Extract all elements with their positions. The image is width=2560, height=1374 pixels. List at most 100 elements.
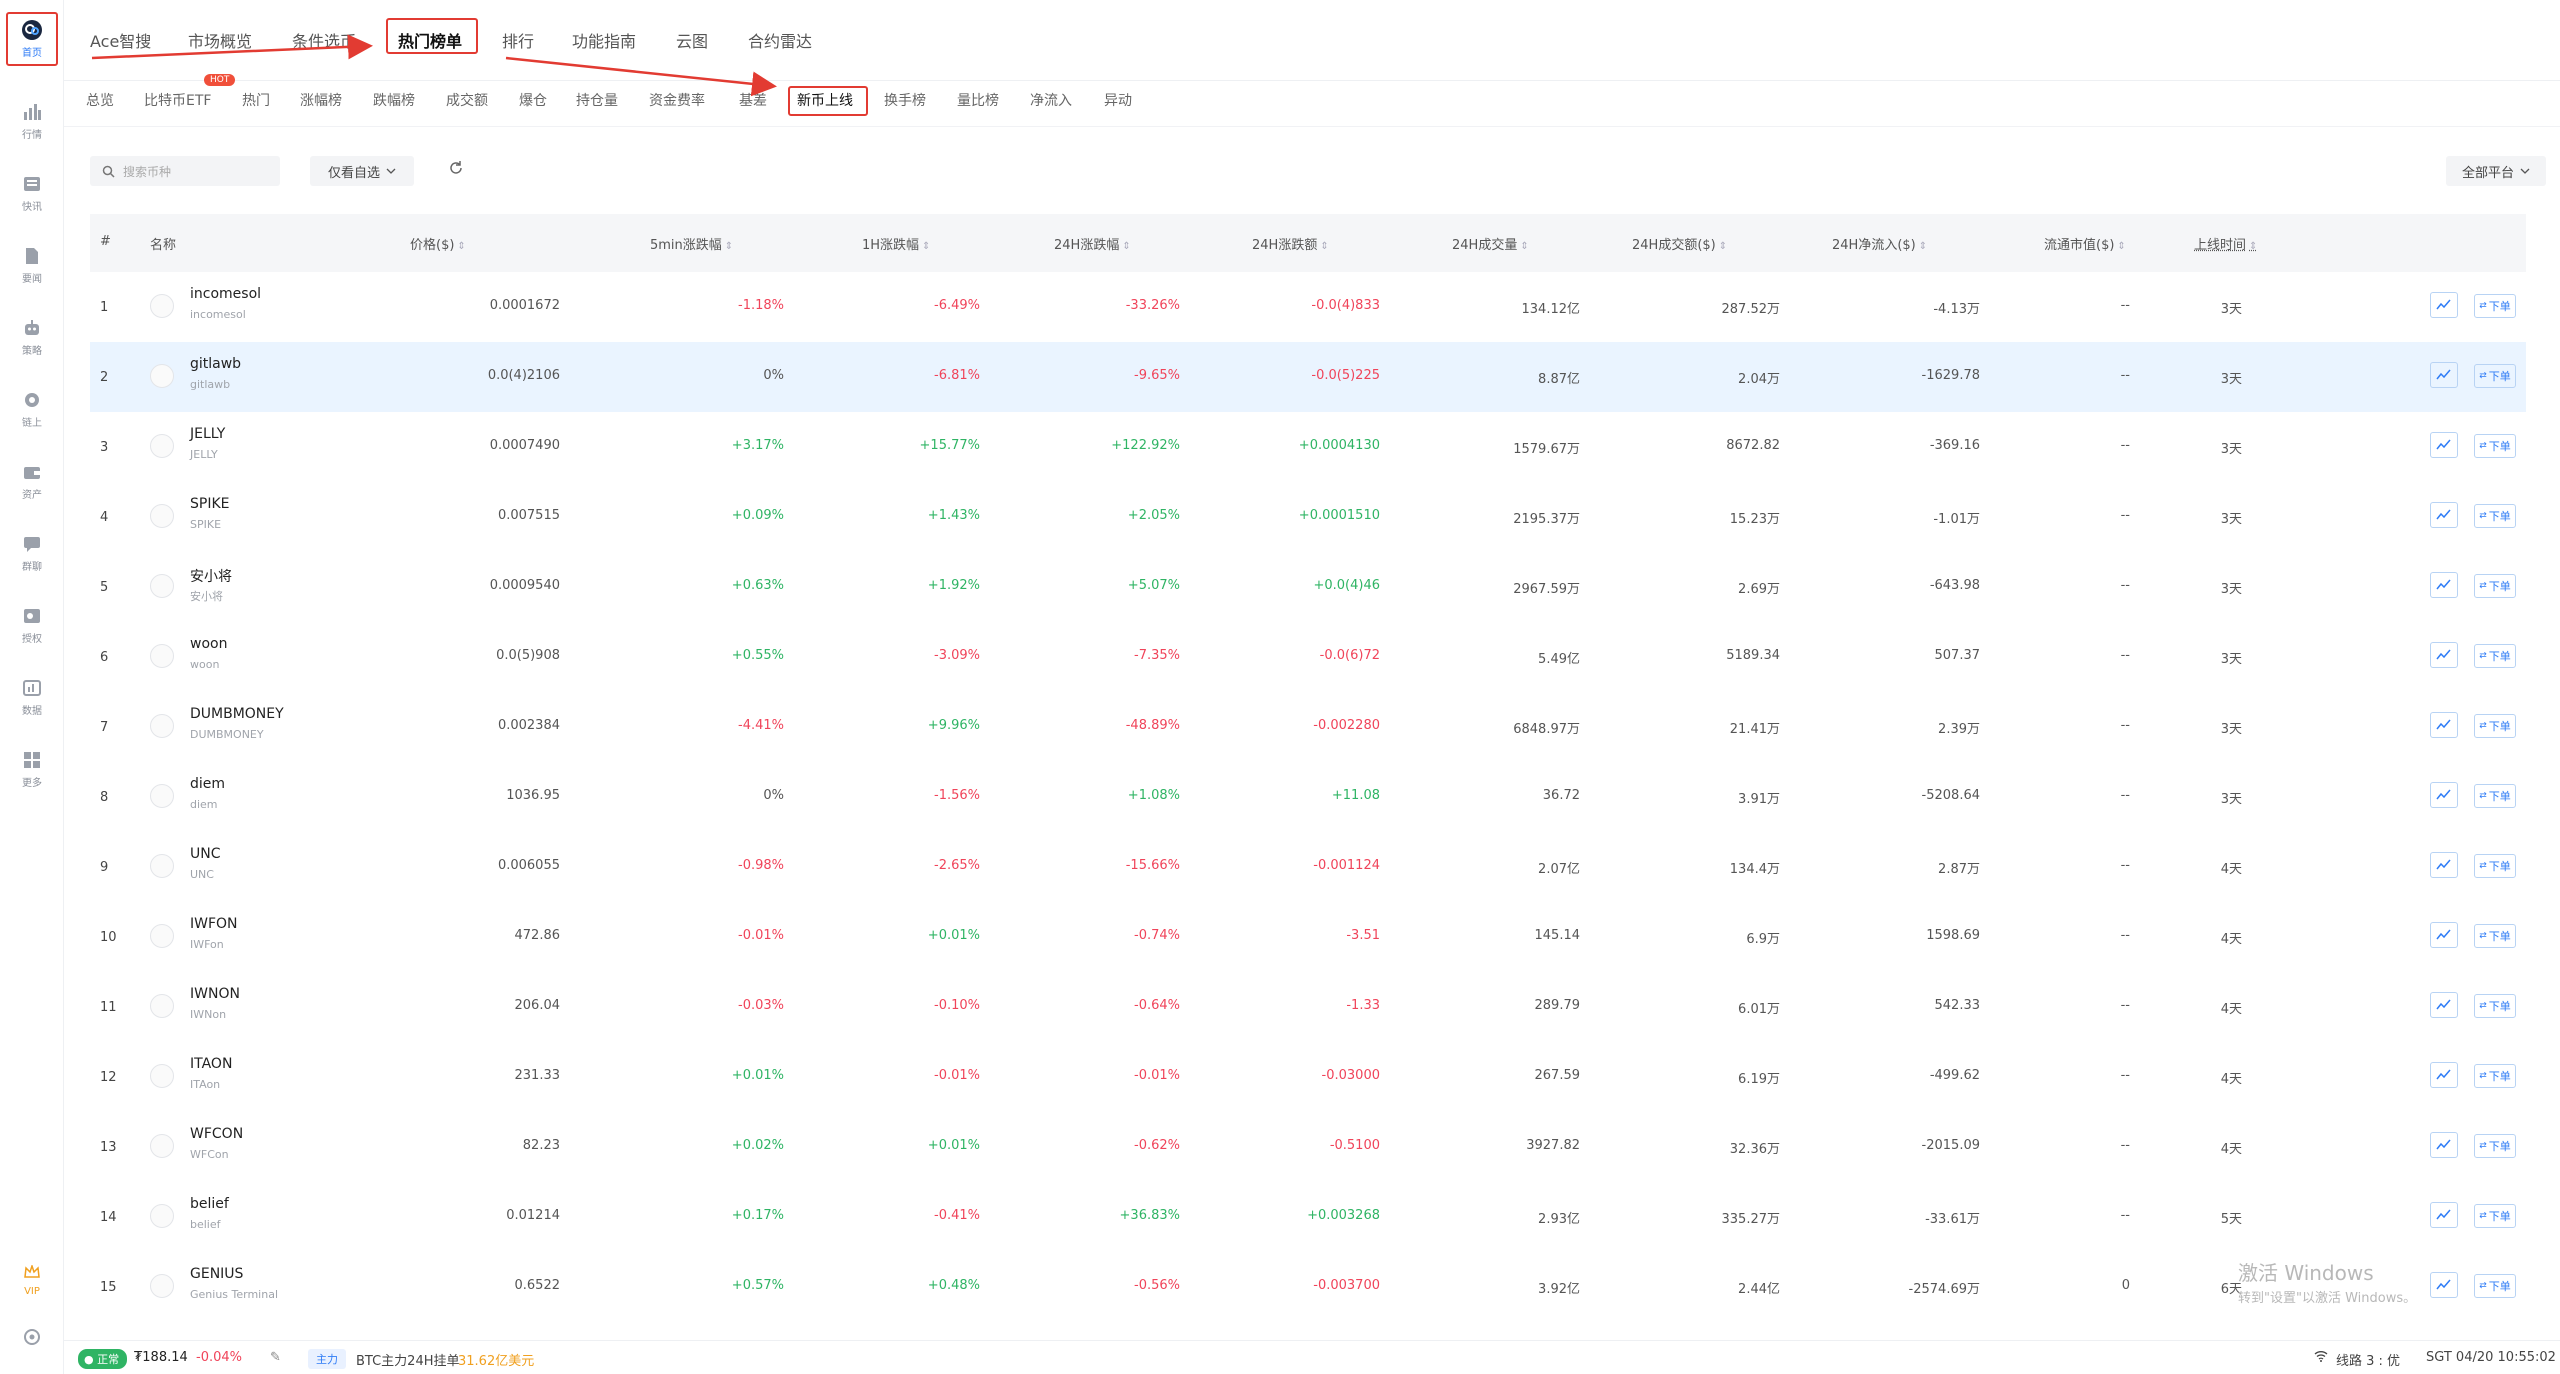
sidebar-item-assets[interactable]: 资产: [0, 450, 64, 512]
table-row[interactable]: 2 gitlawb gitlawb 0.0(4)2106 0% -6.81% -9.65% -…: [90, 342, 2526, 412]
kline-chart-button[interactable]: [2430, 1062, 2458, 1088]
kline-chart-button[interactable]: [2430, 782, 2458, 808]
table-row[interactable]: 7 DUMBMONEY DUMBMONEY 0.002384 -4.41% +9.96% -…: [90, 692, 2526, 762]
table-row[interactable]: 10 IWFON IWFon 472.86 -0.01% +0.01% -0.74% -3.5…: [90, 902, 2526, 972]
col-listed-time[interactable]: 上线时间 ⇕: [2194, 234, 2257, 253]
sidebar-item-data[interactable]: 数据: [0, 666, 64, 728]
sidebar-item-authorize[interactable]: 授权: [0, 594, 64, 656]
table-row[interactable]: 5 安小将 安小将 0.0009540 +0.63% +1.92% +5.07% +0.0(4…: [90, 552, 2526, 622]
kline-chart-button[interactable]: [2430, 642, 2458, 668]
cell-coin-name[interactable]: WFCON: [190, 1126, 243, 1142]
order-button[interactable]: ⇄ 下单: [2474, 1204, 2516, 1228]
table-row[interactable]: 1 incomesol incomesol 0.0001672 -1.18% -6.49%…: [90, 272, 2526, 342]
order-button[interactable]: ⇄ 下单: [2474, 644, 2516, 668]
cell-coin-name[interactable]: 安小将: [190, 566, 232, 586]
cell-coin-name[interactable]: JELLY: [190, 426, 225, 442]
table-row[interactable]: 11 IWNON IWNon 206.04 -0.03% -0.10% -0.64% -1.3…: [90, 972, 2526, 1042]
kline-chart-button[interactable]: [2430, 1272, 2458, 1298]
kline-chart-button[interactable]: [2430, 502, 2458, 528]
kline-chart-button[interactable]: [2430, 992, 2458, 1018]
col-change-1h[interactable]: 1H涨跌幅 ⇕: [862, 234, 930, 253]
col-inflow-24h[interactable]: 24H净流入($) ⇕: [1832, 234, 1927, 253]
order-button[interactable]: ⇄ 下单: [2474, 1274, 2516, 1298]
kline-chart-button[interactable]: [2430, 1202, 2458, 1228]
cell-price: 206.04: [514, 998, 561, 1013]
order-button[interactable]: ⇄ 下单: [2474, 1064, 2516, 1088]
table-row[interactable]: 6 woon woon 0.0(5)908 +0.55% -3.09% -7.35% -0.0…: [90, 622, 2526, 692]
order-button-label: 下单: [2488, 370, 2511, 383]
table-row[interactable]: 9 UNC UNC 0.006055 -0.98% -2.65% -15.66% -0.001…: [90, 832, 2526, 902]
network-line[interactable]: 线路 3 : 优: [2336, 1350, 2400, 1369]
settings-button[interactable]: [0, 1308, 64, 1370]
cell-coin-name[interactable]: DUMBMONEY: [190, 706, 284, 722]
refresh-button[interactable]: [448, 160, 468, 180]
cell-coin-name[interactable]: IWFON: [190, 916, 238, 932]
table-row[interactable]: 13 WFCON WFCon 82.23 +0.02% +0.01% -0.62% -0.51…: [90, 1112, 2526, 1182]
cell-coin-name[interactable]: SPIKE: [190, 496, 229, 512]
line-chart-icon: [2436, 789, 2451, 800]
kline-chart-button[interactable]: [2430, 852, 2458, 878]
watchlist-filter-dropdown[interactable]: 仅看自选: [310, 156, 414, 186]
subtab-anomaly[interactable]: 异动: [1104, 90, 1132, 110]
kline-chart-button[interactable]: [2430, 1132, 2458, 1158]
col-market-cap[interactable]: 流通市值($) ⇕: [2044, 234, 2126, 253]
sidebar-item-headlines[interactable]: 要闻: [0, 234, 64, 296]
search-input[interactable]: 搜索币种: [90, 156, 280, 186]
cell-rank: 13: [100, 1140, 117, 1155]
subtab-volume-ratio[interactable]: 量比榜: [957, 90, 999, 110]
news-icon: [21, 174, 43, 194]
col-turnover-24h[interactable]: 24H成交额($) ⇕: [1632, 234, 1727, 253]
cell-coin-name[interactable]: UNC: [190, 846, 221, 862]
sidebar-item-groupchat[interactable]: 群聊: [0, 522, 64, 584]
kline-chart-button[interactable]: [2430, 292, 2458, 318]
subtab-net-inflow[interactable]: 净流入: [1030, 90, 1072, 110]
cell-coin-name[interactable]: ITAON: [190, 1056, 232, 1072]
sidebar-item-vip[interactable]: VIP: [0, 1248, 64, 1310]
sort-icon: ⇕: [1718, 241, 1728, 252]
order-button[interactable]: ⇄ 下单: [2474, 854, 2516, 878]
swap-icon: ⇄: [2479, 1281, 2487, 1291]
order-button[interactable]: ⇄ 下单: [2474, 714, 2516, 738]
cell-amount-24h: -0.001124: [1313, 858, 1380, 873]
cell-coin-name[interactable]: incomesol: [190, 286, 261, 302]
cell-coin-name[interactable]: gitlawb: [190, 356, 241, 372]
order-button[interactable]: ⇄ 下单: [2474, 784, 2516, 808]
order-button[interactable]: ⇄ 下单: [2474, 574, 2516, 598]
order-button[interactable]: ⇄ 下单: [2474, 1134, 2516, 1158]
sidebar-item-flash[interactable]: 快讯: [0, 162, 64, 224]
order-button[interactable]: ⇄ 下单: [2474, 924, 2516, 948]
kline-chart-button[interactable]: [2430, 362, 2458, 388]
col-price[interactable]: 价格($) ⇕: [410, 234, 466, 253]
table-row[interactable]: 3 JELLY JELLY 0.0007490 +3.17% +15.77% +122.92…: [90, 412, 2526, 482]
col-change-24h[interactable]: 24H涨跌幅 ⇕: [1054, 234, 1131, 253]
order-button[interactable]: ⇄ 下单: [2474, 994, 2516, 1018]
col-amount-24h[interactable]: 24H涨跌额 ⇕: [1252, 234, 1329, 253]
sidebar-item-onchain[interactable]: 链上: [0, 378, 64, 440]
cell-coin-name[interactable]: IWNON: [190, 986, 240, 1002]
table-row[interactable]: 4 SPIKE SPIKE 0.007515 +0.09% +1.43% +2.05% +0.…: [90, 482, 2526, 552]
order-button[interactable]: ⇄ 下单: [2474, 504, 2516, 528]
kline-chart-button[interactable]: [2430, 922, 2458, 948]
kline-chart-button[interactable]: [2430, 432, 2458, 458]
order-button[interactable]: ⇄ 下单: [2474, 434, 2516, 458]
cell-coin-name[interactable]: diem: [190, 776, 225, 792]
cell-coin-name[interactable]: belief: [190, 1196, 229, 1212]
col-volume-24h[interactable]: 24H成交量 ⇕: [1452, 234, 1529, 253]
cell-coin-name[interactable]: woon: [190, 636, 227, 652]
cell-coin-name[interactable]: GENIUS: [190, 1266, 243, 1282]
edit-icon[interactable]: ✎: [270, 1350, 281, 1365]
cell-change-5m: -0.98%: [738, 858, 784, 873]
order-button[interactable]: ⇄ 下单: [2474, 364, 2516, 388]
table-row[interactable]: 14 belief belief 0.01214 +0.17% -0.41% +36.83%…: [90, 1182, 2526, 1252]
platform-dropdown[interactable]: 全部平台: [2446, 156, 2546, 186]
table-row[interactable]: 12 ITAON ITAon 231.33 +0.01% -0.01% -0.01% -0.0…: [90, 1042, 2526, 1112]
sidebar-item-strategy[interactable]: 策略: [0, 306, 64, 368]
table-row[interactable]: 15 GENIUS Genius Terminal 0.6522 +0.57% +0.48…: [90, 1252, 2526, 1322]
kline-chart-button[interactable]: [2430, 572, 2458, 598]
col-change-5m[interactable]: 5min涨跌幅 ⇕: [650, 234, 733, 253]
btc-orders-value: 31.62亿美元: [458, 1354, 535, 1369]
kline-chart-button[interactable]: [2430, 712, 2458, 738]
order-button[interactable]: ⇄ 下单: [2474, 294, 2516, 318]
table-row[interactable]: 8 diem diem 1036.95 0% -1.56% +1.08% +11.08 36.7…: [90, 762, 2526, 832]
sidebar-item-more[interactable]: 更多: [0, 738, 64, 800]
